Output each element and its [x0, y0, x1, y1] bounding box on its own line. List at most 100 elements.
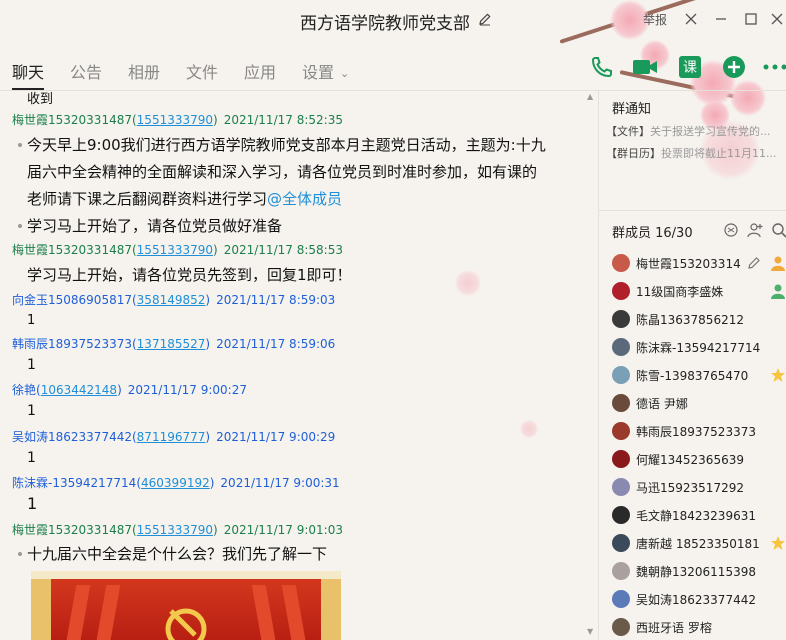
sender-qq-link[interactable]: 1063442148 — [41, 383, 117, 397]
message-text: 1 — [27, 450, 36, 466]
avatar — [612, 282, 630, 300]
message-text: 1 — [27, 494, 38, 513]
member-name: 吴如涛18623377442 — [636, 593, 756, 607]
party-emblem-icon — [165, 608, 207, 640]
message-sender: 梅世霞15320331487(1551333790) 2021/11/17 8:5… — [12, 113, 343, 127]
course-label: 课 — [679, 56, 701, 78]
member-name: 陈沫霖-13594217714 — [636, 341, 761, 355]
member-item[interactable]: 何耀13452365639 — [612, 449, 786, 471]
message-text: 届六中全会精神的全面解读和深入学习，请各位党员到时准时参加，如有课的 — [27, 163, 538, 181]
member-item[interactable]: 陈沫霖-13594217714 — [612, 337, 786, 359]
message-text: 十九届六中全会是个什么会？我们先了解一下 — [27, 545, 328, 563]
avatar — [612, 338, 630, 356]
report-link[interactable]: 举报 — [643, 11, 667, 28]
more-icon[interactable] — [762, 54, 786, 80]
panel-divider — [598, 90, 599, 640]
header-divider — [0, 90, 786, 91]
member-item[interactable]: 德语 尹娜 — [612, 393, 786, 415]
star-icon — [771, 536, 785, 550]
member-count: 群成员 16/30 — [612, 226, 693, 241]
member-name: 11级国商李盛姝 — [636, 285, 724, 299]
phone-icon[interactable] — [589, 54, 615, 80]
edit-icon[interactable] — [746, 255, 762, 271]
message-text: 1 — [27, 313, 36, 328]
member-name: 德语 尹娜 — [636, 397, 688, 411]
sender-qq-link[interactable]: 1551333790 — [137, 523, 213, 537]
avatar — [612, 590, 630, 608]
add-icon[interactable] — [721, 54, 747, 80]
message-text: 学习马上开始了，请各位党员做好准备 — [27, 217, 283, 235]
member-item[interactable]: 唐新越 18523350181 — [612, 533, 786, 555]
message-text: 今天早上9:00我们进行西方语学院教师党支部本月主题党日活动，主题为:十九 — [27, 136, 546, 154]
message-sender: 陈沫霖-13594217714(460399192) 2021/11/17 9:0… — [12, 476, 340, 490]
tab-announcement[interactable]: 公告 — [70, 59, 102, 83]
avatar — [612, 254, 630, 272]
close-panel-icon[interactable] — [680, 8, 702, 30]
notice-title: 群通知 — [612, 102, 652, 117]
avatar — [612, 422, 630, 440]
member-name: 何耀13452365639 — [636, 453, 744, 467]
member-item[interactable]: 11级国商李盛姝 — [612, 281, 786, 303]
maximize-icon[interactable] — [740, 8, 762, 30]
message-sender: 梅世霞15320331487(1551333790) 2021/11/17 9:0… — [12, 523, 343, 537]
minimize-icon[interactable] — [710, 8, 732, 30]
avatar — [612, 562, 630, 580]
tab-apps[interactable]: 应用 — [244, 59, 276, 83]
message-text: 学习马上开始，请各位党员先签到，回复1即可！ — [27, 266, 352, 284]
course-button[interactable]: 课 — [677, 54, 703, 80]
member-item[interactable]: 吴如涛18623377442 — [612, 589, 786, 611]
edit-icon[interactable] — [478, 12, 492, 26]
sender-qq-link[interactable]: 460399192 — [141, 476, 210, 490]
sender-qq-link[interactable]: 137185527 — [137, 337, 206, 351]
message-text: 1 — [27, 403, 36, 419]
avatar — [612, 534, 630, 552]
avatar — [612, 366, 630, 384]
search-members-icon[interactable] — [723, 222, 739, 238]
member-item[interactable]: 西班牙语 罗榕 — [612, 617, 786, 639]
message-sender: 徐艳(1063442148) 2021/11/17 9:00:27 — [12, 383, 247, 397]
avatar — [612, 450, 630, 468]
chevron-down-icon: ⌄ — [340, 67, 350, 80]
member-name: 马迅15923517292 — [636, 481, 744, 495]
tab-files[interactable]: 文件 — [186, 59, 218, 83]
search-icon[interactable] — [771, 222, 786, 238]
member-name: 魏朝静13206115398 — [636, 565, 756, 579]
tab-chat[interactable]: 聊天 — [12, 59, 44, 83]
member-item[interactable]: 马迅15923517292 — [612, 477, 786, 499]
scroll-down-icon[interactable]: ▼ — [587, 627, 593, 636]
notice-item[interactable]: 【文件】关于报送学习宣传党的... — [606, 123, 771, 139]
tab-bar: 聊天 公告 相册 文件 应用 设置 ⌄ — [0, 48, 786, 90]
mention-all-link[interactable]: @全体成员 — [267, 190, 342, 208]
sender-qq-link[interactable]: 871196777 — [137, 430, 206, 444]
avatar — [612, 618, 630, 636]
message-sender: 向金玉15086905817(358149852) 2021/11/17 8:59… — [12, 293, 336, 307]
member-item[interactable]: 魏朝静13206115398 — [612, 561, 786, 583]
avatar — [612, 310, 630, 328]
close-icon[interactable] — [766, 8, 786, 30]
notice-item[interactable]: 【群日历】投票即将截止11月11... — [606, 145, 776, 161]
sender-qq-link[interactable]: 1551333790 — [137, 113, 213, 127]
avatar — [612, 394, 630, 412]
scroll-up-icon[interactable]: ▲ — [587, 92, 593, 101]
message-text: 收到 — [27, 92, 54, 107]
member-item[interactable]: 韩雨辰18937523373 — [612, 421, 786, 443]
admin-icon — [771, 284, 785, 299]
tab-settings[interactable]: 设置 ⌄ — [302, 59, 349, 83]
member-item[interactable]: 陈晶13637856212 — [612, 309, 786, 331]
video-call-icon[interactable] — [632, 54, 658, 80]
tab-settings-label: 设置 — [302, 63, 335, 82]
owner-icon — [771, 256, 785, 271]
member-name: 韩雨辰18937523373 — [636, 425, 756, 439]
message-image[interactable] — [31, 571, 341, 640]
member-item[interactable]: 梅世霞153203314 — [612, 253, 786, 275]
message-text: 老师请下课之后翻阅群资料进行学习@全体成员 — [27, 190, 343, 208]
member-name: 陈晶13637856212 — [636, 313, 744, 327]
member-item[interactable]: 毛文静18423239631 — [612, 505, 786, 527]
sender-qq-link[interactable]: 358149852 — [137, 293, 206, 307]
message-sender: 梅世霞15320331487(1551333790) 2021/11/17 8:5… — [12, 243, 343, 257]
sender-qq-link[interactable]: 1551333790 — [137, 243, 213, 257]
member-item[interactable]: 陈雪-13983765470 — [612, 365, 786, 387]
add-member-icon[interactable] — [747, 222, 763, 238]
tab-album[interactable]: 相册 — [128, 59, 160, 83]
notice-divider — [598, 210, 786, 211]
